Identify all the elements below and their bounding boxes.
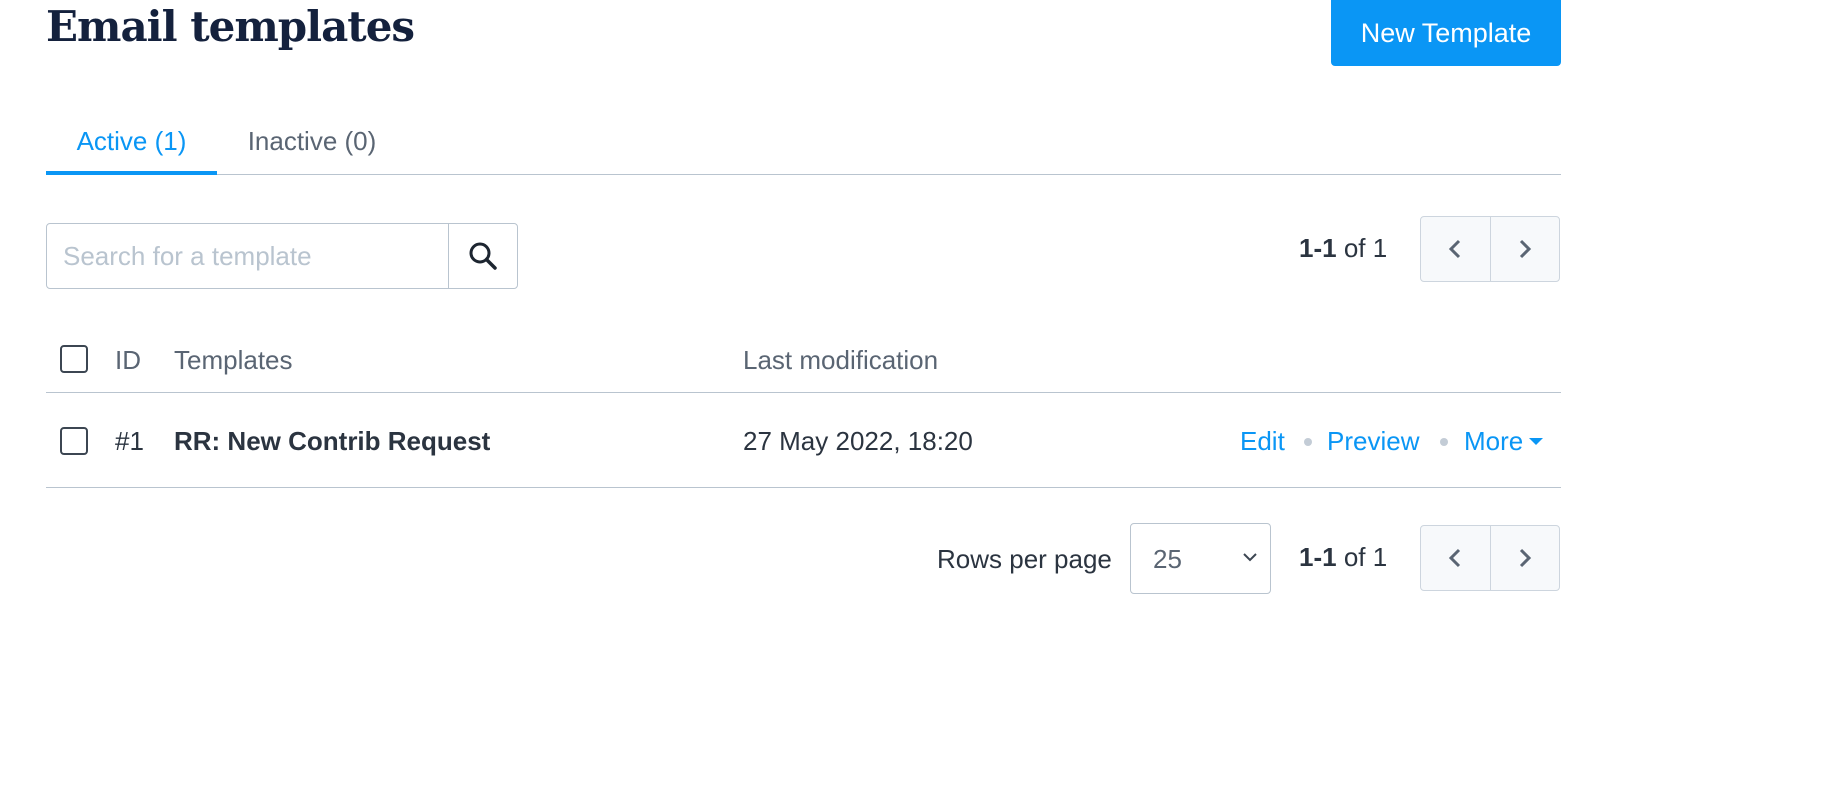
chevron-down-icon	[1243, 553, 1257, 562]
new-template-button[interactable]: New Template	[1331, 0, 1561, 66]
pagination-top	[1420, 216, 1560, 282]
search-icon	[469, 242, 497, 270]
rows-per-page-select[interactable]: 25	[1130, 523, 1271, 594]
search-button[interactable]	[448, 224, 517, 288]
column-header-templates[interactable]: Templates	[174, 345, 293, 376]
separator-dot	[1440, 438, 1448, 446]
range-start: 1	[1299, 233, 1314, 263]
next-page-button[interactable]	[1489, 526, 1560, 590]
more-label: More	[1464, 426, 1524, 456]
prev-page-button[interactable]	[1421, 217, 1490, 281]
email-templates-page: Email templates New Template Active (1) …	[0, 0, 1836, 794]
select-all-checkbox[interactable]	[60, 345, 88, 373]
page-title: Email templates	[46, 2, 415, 51]
range-end: 1	[1322, 233, 1337, 263]
column-header-id[interactable]: ID	[115, 345, 141, 376]
range-start: 1	[1299, 542, 1314, 572]
tab-bar: Active (1) Inactive (0)	[46, 110, 1561, 175]
preview-link[interactable]: Preview	[1327, 426, 1419, 457]
tab-active[interactable]: Active (1)	[46, 110, 217, 175]
row-id: #1	[115, 426, 144, 456]
prev-page-button[interactable]	[1421, 526, 1490, 590]
search-box	[46, 223, 518, 289]
search-input[interactable]	[47, 224, 448, 288]
rows-per-page-label: Rows per page	[937, 544, 1112, 574]
chevron-right-icon	[1519, 239, 1531, 259]
pagination-bottom	[1420, 525, 1560, 591]
pagination-range-top: 1-1 of 1	[1299, 233, 1388, 263]
pagination-range-bottom: 1-1 of 1	[1299, 542, 1388, 572]
divider	[46, 487, 1561, 488]
column-header-last-modification[interactable]: Last modification	[743, 345, 938, 376]
chevron-left-icon	[1449, 239, 1461, 259]
chevron-left-icon	[1449, 548, 1461, 568]
more-menu-button[interactable]: More	[1464, 426, 1544, 457]
caret-down-icon	[1529, 437, 1544, 445]
separator-dot	[1304, 438, 1312, 446]
range-total: of 1	[1343, 233, 1388, 263]
chevron-right-icon	[1519, 548, 1531, 568]
next-page-button[interactable]	[1489, 217, 1560, 281]
row-last-modification: 27 May 2022, 18:20	[743, 426, 973, 456]
range-end: 1	[1322, 542, 1337, 572]
tab-inactive[interactable]: Inactive (0)	[245, 110, 379, 172]
row-checkbox[interactable]	[60, 427, 88, 455]
range-total: of 1	[1343, 542, 1388, 572]
divider	[46, 392, 1561, 393]
rows-per-page-value: 25	[1153, 544, 1182, 574]
edit-link[interactable]: Edit	[1240, 426, 1285, 457]
row-template-name[interactable]: RR: New Contrib Request	[174, 426, 490, 457]
